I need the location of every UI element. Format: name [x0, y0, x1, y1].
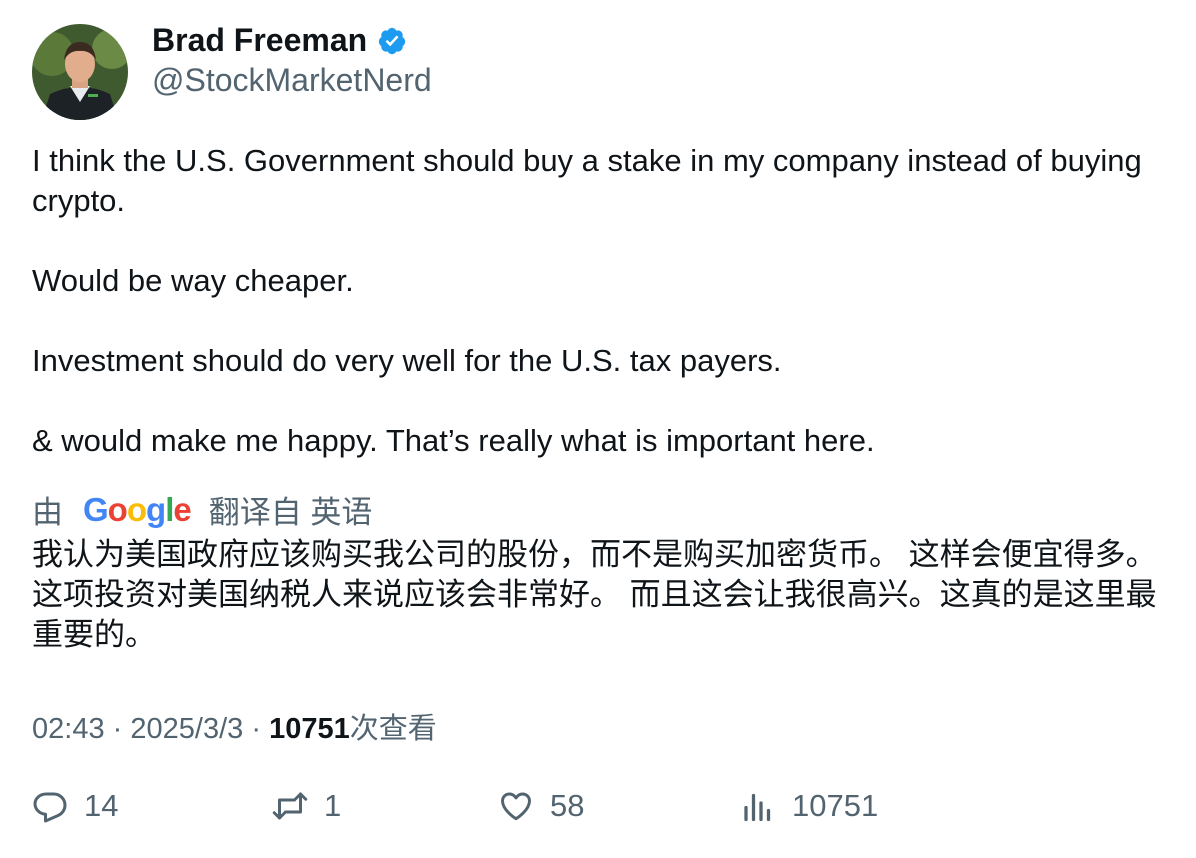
translated-text: 我认为美国政府应该购买我公司的股份，而不是购买加密货币。 这样会便宜得多。 这项…	[32, 537, 1157, 652]
views-action-count: 10751	[792, 788, 879, 823]
tweet-paragraph: Investment should do very well for the U…	[32, 343, 782, 378]
translation-suffix: 翻译自 英语	[208, 495, 373, 530]
avatar[interactable]	[32, 24, 128, 120]
tweet-paragraph: Would be way cheaper.	[32, 263, 354, 298]
views-count: 10751	[269, 713, 350, 745]
reply-icon	[33, 792, 67, 823]
translation-attribution[interactable]: 由 Google 翻译自 英语	[32, 487, 372, 532]
views-bar-icon	[744, 793, 771, 822]
author-name-row[interactable]: Brad Freeman	[152, 22, 407, 59]
tweet-meta: 02:43 · 2025/3/3 · 10751次查看	[32, 705, 437, 747]
meta-separator: ·	[251, 713, 261, 745]
views-button[interactable]: 10751	[740, 788, 878, 824]
tweet-paragraph: & would make me happy. That’s really wha…	[32, 423, 875, 458]
translation-prefix: 由	[32, 495, 63, 530]
reply-count: 14	[84, 788, 119, 823]
heart-icon	[501, 792, 531, 821]
tweet-paragraph: I think the U.S. Government should buy a…	[32, 143, 1142, 218]
author-name[interactable]: Brad Freeman	[152, 22, 367, 59]
retweet-icon	[272, 792, 308, 820]
avatar-image	[32, 24, 128, 120]
meta-separator: ·	[112, 713, 123, 745]
action-bar: 14 1 58 10751	[0, 788, 1196, 838]
tweet-time[interactable]: 02:43	[32, 713, 105, 745]
tweet-text: I think the U.S. Government should buy a…	[32, 141, 1162, 461]
tweet-date[interactable]: 2025/3/3	[130, 713, 243, 745]
like-count: 58	[550, 788, 585, 823]
like-button[interactable]: 58	[498, 788, 584, 824]
reply-button[interactable]: 14	[32, 788, 118, 824]
author-handle[interactable]: @StockMarketNerd	[152, 62, 432, 99]
verified-badge-icon	[379, 27, 406, 54]
retweet-count: 1	[324, 788, 342, 823]
retweet-button[interactable]: 1	[272, 788, 341, 824]
views-label: 次查看	[349, 713, 437, 745]
google-logo-icon: Google	[83, 490, 192, 528]
